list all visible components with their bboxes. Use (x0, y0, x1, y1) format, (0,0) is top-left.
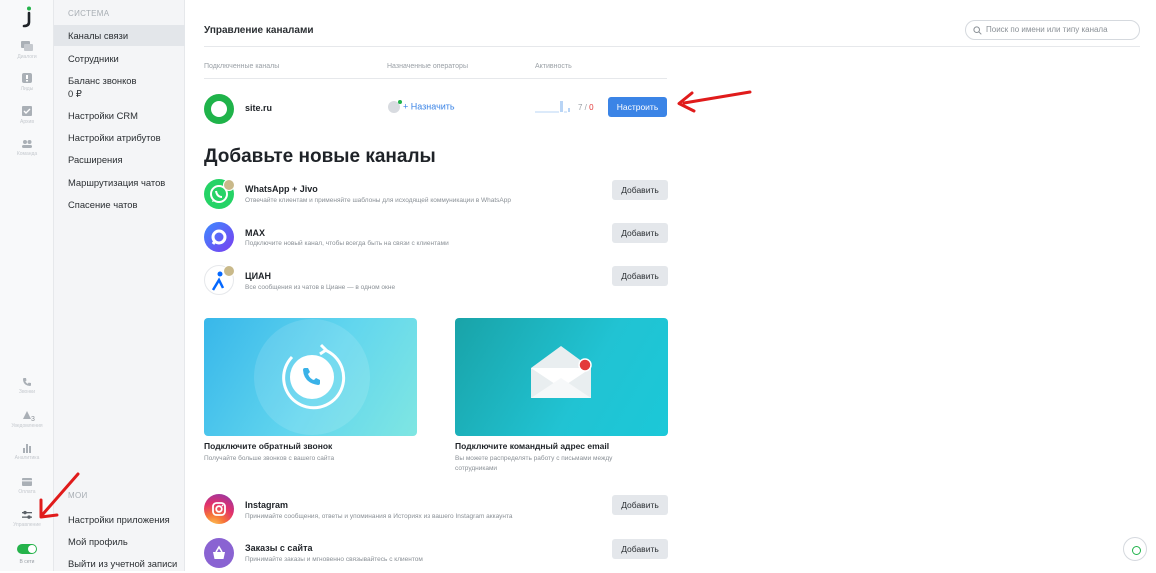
menu-item-attribute-settings[interactable]: Настройки атрибутов (54, 131, 185, 144)
card-title: Подключите командный адрес email (455, 441, 610, 451)
rail-item-chats[interactable]: Диалоги (0, 40, 54, 70)
channel-search-input[interactable]: Поиск по имени или типу канала (965, 20, 1140, 40)
callback-card-image (204, 318, 417, 436)
channel-name: WhatsApp + Jivo (245, 184, 318, 194)
team-icon (22, 140, 32, 148)
jivo-logo-icon[interactable] (20, 6, 34, 28)
col-header-channels: Подключенные каналы (204, 63, 280, 70)
menu-item-call-balance-label: Баланс звонков (68, 75, 137, 86)
online-status-label: В сети (19, 559, 35, 565)
rail-label: Уведомления (11, 423, 43, 429)
max-icon (204, 222, 234, 252)
rail-label: Лиды (20, 86, 34, 92)
add-cian-button[interactable]: Добавить (612, 266, 668, 286)
add-whatsapp-button[interactable]: Добавить (612, 180, 668, 200)
page-title: Управление каналами (204, 25, 314, 36)
menu-item-employees[interactable]: Сотрудники (54, 52, 185, 65)
header-divider (204, 46, 1140, 47)
menu-section-system: СИСТЕМА (68, 9, 110, 18)
inbox-icon (22, 73, 32, 83)
menu-item-crm-settings[interactable]: Настройки CRM (54, 109, 185, 122)
assign-operator-link[interactable]: + Назначить (388, 100, 455, 113)
channel-desc: Все сообщения из чатов в Циане — в одном… (245, 284, 396, 291)
channel-name: MAX (245, 228, 265, 238)
rail-item-analytics[interactable]: Аналитика (0, 443, 54, 473)
online-status-toggle[interactable] (17, 544, 37, 554)
archive-icon (22, 106, 32, 116)
shopping-basket-icon (204, 538, 234, 568)
wallet-icon (22, 478, 32, 486)
sliders-icon (22, 510, 32, 519)
card-desc: Получайте больше звонков с вашего сайта (204, 455, 335, 462)
rail-label: Архив (19, 119, 34, 125)
menu-item-logout[interactable]: Выйти из учетной записи (54, 557, 185, 570)
search-icon (973, 26, 982, 35)
table-divider (204, 78, 667, 79)
phone-icon (23, 378, 31, 386)
menu-item-call-balance[interactable]: Баланс звонков 0 ₽ (54, 74, 185, 100)
callback-phone-icon (254, 319, 370, 435)
rail-item-team[interactable]: Команда (0, 139, 54, 169)
menu-item-channels[interactable]: Каналы связи (54, 25, 185, 46)
add-channels-title: Добавьте новые каналы (204, 146, 436, 167)
operator-avatar-icon (388, 100, 402, 113)
add-max-button[interactable]: Добавить (612, 223, 668, 243)
rail-item-notifications[interactable]: 3 Уведомления (0, 410, 54, 440)
call-balance-value: 0 ₽ (68, 88, 82, 99)
channel-desc: Принимайте сообщения, ответы и упоминани… (245, 513, 513, 520)
menu-item-chat-routing[interactable]: Маршрутизация чатов (54, 176, 185, 189)
rail-item-leads[interactable]: Лиды (0, 72, 54, 102)
rail-label: Команда (16, 151, 38, 157)
activity-count: 7 / 0 (578, 103, 594, 112)
jivo-badge-icon (223, 265, 235, 277)
instagram-icon (204, 494, 234, 524)
notification-badge: 3 (31, 416, 35, 423)
search-placeholder: Поиск по имени или типу канала (986, 25, 1108, 34)
annotation-arrow-icon (677, 90, 752, 113)
menu-item-my-profile[interactable]: Мой профиль (54, 535, 185, 548)
channel-name: Заказы с сайта (245, 543, 313, 553)
rail-label: Звонки (18, 389, 36, 395)
card-desc: Вы можете распределять работу с письмами… (455, 455, 613, 472)
add-instagram-button[interactable]: Добавить (612, 495, 668, 515)
configure-button[interactable]: Настроить (608, 97, 667, 117)
col-header-operators: Назначенные операторы (387, 63, 468, 70)
add-site-orders-button[interactable]: Добавить (612, 539, 668, 559)
col-header-activity: Активность (535, 63, 572, 70)
card-title: Подключите обратный звонок (204, 441, 333, 451)
menu-item-extensions[interactable]: Расширения (54, 153, 185, 166)
rail-label: Диалоги (17, 54, 37, 60)
rail-item-calls[interactable]: Звонки (0, 377, 54, 407)
channel-name[interactable]: site.ru (245, 103, 272, 113)
channel-desc: Отвечайте клиентам и применяйте шаблоны … (245, 197, 511, 204)
rail-label: Аналитика (14, 455, 40, 461)
menu-item-chat-rescue[interactable]: Спасение чатов (54, 198, 185, 211)
channel-desc: Подключите новый канал, чтобы всегда быт… (245, 240, 449, 247)
rail-item-archive[interactable]: Архив (0, 105, 54, 135)
channel-name: Instagram (245, 500, 289, 510)
activity-sparkline (535, 101, 570, 113)
activity-alt: 0 (589, 103, 594, 112)
jivo-badge-icon (223, 179, 235, 191)
channel-desc: Принимайте заказы и мгновенно связывайте… (245, 556, 423, 563)
team-email-card-image (455, 318, 668, 436)
rail-label: Управление (13, 522, 41, 528)
help-widget-icon[interactable] (1123, 537, 1147, 561)
annotation-arrow-icon (39, 472, 80, 519)
stats-icon (23, 444, 31, 453)
main-content: Управление каналами Поиск по имени или т… (186, 0, 1156, 571)
envelope-icon (531, 346, 592, 398)
channel-name: ЦИАН (245, 271, 272, 281)
chat-icon (21, 41, 33, 51)
assign-label: + Назначить (403, 101, 455, 112)
site-channel-icon (204, 94, 234, 124)
